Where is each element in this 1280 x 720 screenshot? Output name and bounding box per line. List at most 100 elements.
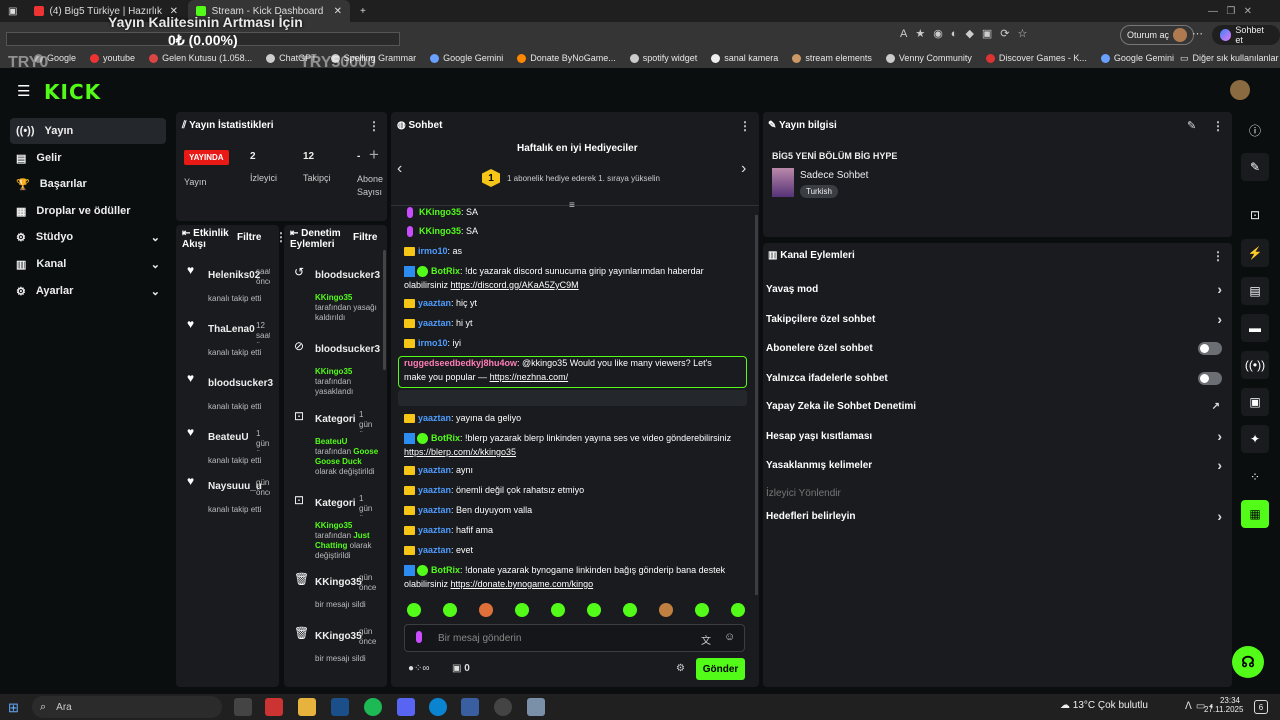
sidebar-item-ayarlar[interactable]: ⚙ Ayarlar ⌄	[10, 278, 166, 304]
windows-start-icon[interactable]: ⊞	[8, 700, 19, 716]
obs-icon[interactable]	[494, 698, 512, 716]
task-view-icon[interactable]	[234, 698, 252, 716]
emote-icon[interactable]	[659, 603, 673, 617]
chat-menu-icon[interactable]: ⋮	[739, 119, 751, 133]
bookmark[interactable]: stream elements	[792, 53, 872, 63]
sidebar-item-studyo[interactable]: ⚙ Stüdyo ⌄	[10, 224, 166, 250]
notification-badge[interactable]: 6	[1254, 700, 1268, 714]
mod-user[interactable]: bloodsucker3	[315, 270, 380, 281]
close-icon[interactable]: ✕	[334, 6, 342, 17]
spotify-icon[interactable]	[364, 698, 382, 716]
chat-link[interactable]: https://donate.bynogame.com/kingo	[451, 579, 594, 589]
points-display[interactable]: ●⁘∞	[408, 663, 430, 674]
file-explorer-icon[interactable]	[298, 698, 316, 716]
app-icon[interactable]	[461, 698, 479, 716]
info-icon[interactable]: ⓘ	[1241, 116, 1269, 144]
emote-icon[interactable]	[551, 603, 565, 617]
channel-action[interactable]: Yasaklanmış kelimeler ›	[766, 453, 1226, 477]
add-stat-icon[interactable]: +	[369, 145, 379, 165]
channel-action[interactable]: Hesap yaşı kısıtlaması ›	[766, 424, 1226, 448]
chat-username[interactable]: BotRix	[431, 266, 460, 276]
emote-icon[interactable]	[407, 603, 421, 617]
tab-menu-icon[interactable]: ▣	[0, 0, 24, 22]
chat-username[interactable]: yaaztan	[418, 298, 451, 308]
bookmark[interactable]: spotify widget	[629, 53, 697, 63]
bookmark[interactable]: sanal kamera	[711, 53, 778, 63]
integration-icon[interactable]: ⁘	[1241, 463, 1269, 491]
chat-link[interactable]: https://discord.gg/AKaA5ZyC9M	[451, 280, 579, 290]
pencil-icon[interactable]: ✎	[1241, 153, 1269, 181]
emote-icon[interactable]	[443, 603, 457, 617]
taskbar-search[interactable]: ⌕ Ara	[32, 696, 222, 718]
chat-link[interactable]: https://blerp.com/x/kkingo35	[404, 447, 516, 457]
sidebar-item-kanal[interactable]: ▥ Kanal ⌄	[10, 251, 166, 277]
mod-scrollbar[interactable]	[383, 250, 386, 370]
edit-icon[interactable]: ✎	[1187, 119, 1196, 132]
chat-icon[interactable]: ▬	[1241, 314, 1269, 342]
emote-icon[interactable]	[479, 603, 493, 617]
chat-filter-icon[interactable]: ≡	[569, 200, 575, 211]
copilot-chat-button[interactable]: Sohbet et	[1212, 25, 1280, 45]
bookmark[interactable]: youtube	[90, 53, 135, 63]
channel-action[interactable]: Takipçilere özel sohbet ›	[766, 307, 1226, 331]
user-avatar[interactable]	[1230, 80, 1250, 100]
discord-icon[interactable]	[397, 698, 415, 716]
emoji-icon[interactable]: ☺	[724, 631, 735, 643]
hamburger-icon[interactable]: ☰	[17, 82, 30, 100]
mod-actor[interactable]: KKingo35	[315, 293, 352, 302]
broadcast-icon[interactable]: ((•))	[1241, 351, 1269, 379]
lightning-icon[interactable]: ⚡	[1241, 239, 1269, 267]
chat-settings-icon[interactable]: ⚙	[676, 663, 685, 674]
chat-scrollbar[interactable]	[755, 215, 758, 595]
mod-actor[interactable]: BeateuU	[315, 437, 347, 446]
channel-action[interactable]: Yavaş mod ›	[766, 277, 1226, 301]
document-icon[interactable]: ▤	[1241, 277, 1269, 305]
steam-icon[interactable]	[331, 698, 349, 716]
sidebar-item-yayin[interactable]: ((•)) Yayın	[10, 118, 166, 144]
bookmark[interactable]: Donate ByNoGame...	[517, 53, 616, 63]
feed-user[interactable]: BeateuU	[208, 432, 249, 443]
chat-username[interactable]: yaaztan	[418, 505, 451, 515]
chat-username[interactable]: yaaztan	[418, 318, 451, 328]
mod-user[interactable]: KKingo35	[315, 577, 362, 588]
window-controls[interactable]: — ❐ ✕	[1200, 0, 1260, 22]
kick-logo[interactable]: KICK	[44, 80, 101, 104]
channel-action[interactable]: İzleyici Yönlendir	[766, 481, 1226, 505]
toggle-switch[interactable]	[1198, 371, 1222, 385]
clapper-icon[interactable]: ▦	[1241, 500, 1269, 528]
toggle-switch[interactable]	[1198, 341, 1222, 355]
feed-filter-button[interactable]: Filtre	[237, 232, 261, 243]
sidebar-item-basarilar[interactable]: 🏆 Başarılar	[10, 171, 166, 197]
edge-icon[interactable]	[429, 698, 447, 716]
chat-username[interactable]: yaaztan	[418, 545, 451, 555]
channel-action[interactable]: Yapay Zeka ile Sohbet Denetimi ↗	[766, 394, 1226, 418]
feed-user[interactable]: Heleniks02	[208, 270, 260, 281]
mod-user[interactable]: Kategori	[315, 498, 356, 509]
gift-count[interactable]: ▣ 0	[452, 663, 470, 674]
chat-username[interactable]: yaaztan	[418, 525, 451, 535]
chevron-left-icon[interactable]: ‹	[397, 160, 402, 178]
mod-filter-button[interactable]: Filtre	[353, 232, 377, 243]
app-icon[interactable]	[527, 698, 545, 716]
new-tab-icon[interactable]: +	[352, 0, 374, 22]
chat-username[interactable]: KKingo35	[419, 207, 461, 217]
clock[interactable]: 23:34 27.11.2025	[1204, 696, 1243, 714]
channel-action[interactable]: Hedefleri belirleyin ›	[766, 504, 1226, 528]
bookmark[interactable]: Discover Games - K...	[985, 53, 1087, 63]
help-icon[interactable]: ☊	[1232, 646, 1264, 678]
sidebar-item-droplar[interactable]: ▦ Droplar ve ödüller	[10, 198, 166, 224]
sidebar-item-gelir[interactable]: ▤ Gelir	[10, 145, 166, 171]
channel-action[interactable]: Yalnızca ifadelerle sohbet	[766, 366, 1226, 390]
chat-username[interactable]: yaaztan	[418, 413, 451, 423]
mod-user[interactable]: Kategori	[315, 414, 356, 425]
feed-user[interactable]: Naysuuu_u	[208, 481, 262, 492]
chevron-right-icon[interactable]: ›	[741, 160, 746, 178]
emote-icon[interactable]	[731, 603, 745, 617]
chat-username[interactable]: yaaztan	[418, 485, 451, 495]
stack-icon[interactable]: ▣	[1241, 388, 1269, 416]
profile-button[interactable]: Oturum aç	[1120, 25, 1195, 45]
chat-username[interactable]: KKingo35	[419, 226, 461, 236]
chat-username[interactable]: irmo10	[418, 246, 448, 256]
emote-icon[interactable]	[587, 603, 601, 617]
chat-username[interactable]: BotRix	[431, 565, 460, 575]
